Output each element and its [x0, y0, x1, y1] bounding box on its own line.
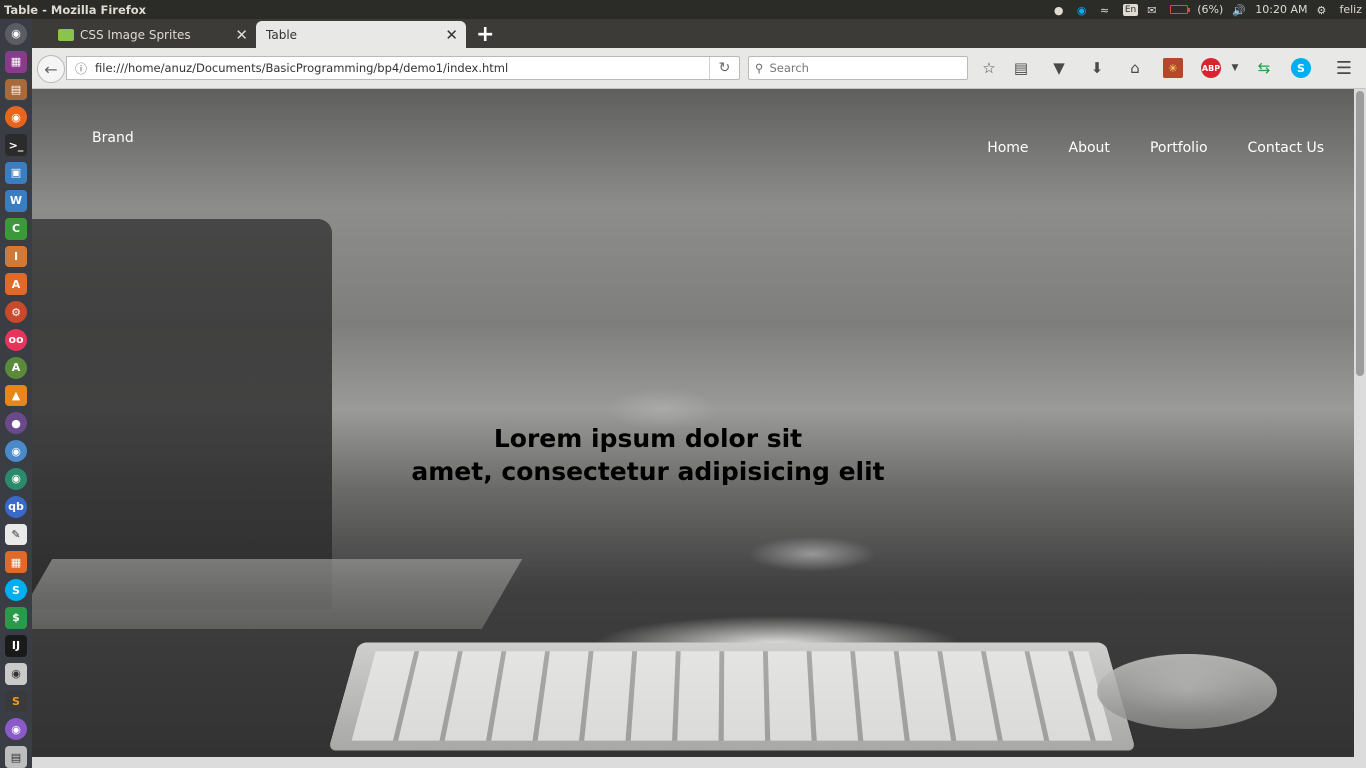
virtualbox-icon[interactable]: ▣: [5, 162, 27, 184]
reading-list-icon[interactable]: ▤: [1011, 58, 1031, 78]
tab-label: Table: [266, 27, 298, 42]
writer-icon[interactable]: W: [5, 189, 27, 212]
battery-percentage: (6%): [1197, 3, 1224, 16]
chromium-icon[interactable]: ◉: [5, 440, 27, 462]
money-icon[interactable]: $: [5, 607, 27, 629]
nav-about-link[interactable]: About: [1069, 140, 1110, 156]
workspace-switcher-icon[interactable]: ▦: [5, 50, 27, 73]
system-tray: ● ◉ ≈ En ✉ (6%) 🔊 10:20 AM ⚙ feliz: [1054, 0, 1362, 19]
storage-icon[interactable]: ▤: [5, 746, 27, 768]
tab-label: CSS Image Sprites: [80, 27, 191, 42]
download-icon[interactable]: ⬇: [1087, 58, 1107, 78]
tab-bar: CSS Image Sprites ✕ Table ✕ +: [32, 19, 1366, 48]
nav-portfolio-link[interactable]: Portfolio: [1150, 140, 1208, 156]
skype-tray-icon[interactable]: ◉: [1077, 4, 1091, 17]
color-picker-icon[interactable]: ◉: [5, 468, 27, 490]
hero-headline-line1: Lorem ipsum dolor sit: [493, 424, 803, 453]
window-title: Table - Mozilla Firefox: [4, 2, 147, 17]
page-viewport: Brand Home About Portfolio Contact Us Lo…: [32, 89, 1354, 757]
hamburger-menu-icon[interactable]: ☰: [1334, 58, 1354, 79]
wifi-icon[interactable]: ≈: [1100, 4, 1114, 17]
android-studio-icon[interactable]: A: [5, 356, 27, 379]
brand-link[interactable]: Brand: [92, 130, 134, 146]
reload-icon[interactable]: ↻: [709, 57, 739, 79]
sublime-icon[interactable]: S: [5, 690, 27, 713]
background-mouse: [1097, 654, 1277, 729]
intellij-icon[interactable]: IJ: [5, 634, 27, 657]
user-name[interactable]: feliz: [1339, 3, 1362, 16]
files-icon[interactable]: ▤: [5, 78, 27, 101]
close-tab-icon[interactable]: ✕: [235, 26, 248, 44]
firefox-icon[interactable]: ◉: [5, 106, 27, 129]
tab-table[interactable]: Table ✕: [256, 21, 466, 48]
navigation-toolbar: ← ⓘ file:///home/anuz/Documents/BasicPro…: [32, 48, 1366, 89]
qbittorrent-icon[interactable]: qb: [5, 495, 27, 518]
site-nav: Home About Portfolio Contact Us: [947, 140, 1324, 156]
background-keyboard: [328, 642, 1136, 751]
home-icon[interactable]: ⌂: [1125, 58, 1145, 78]
background-laptop-base: [32, 559, 523, 629]
keyboard-layout-indicator[interactable]: En: [1122, 3, 1139, 16]
skype-icon[interactable]: S: [5, 579, 27, 602]
site-info-icon[interactable]: ⓘ: [67, 60, 95, 77]
url-bar[interactable]: ⓘ file:///home/anuz/Documents/BasicProgr…: [66, 56, 740, 80]
dash-icon[interactable]: ◉: [5, 23, 27, 45]
screenshot-icon[interactable]: ◉: [5, 662, 27, 685]
unity-launcher: ◉ ▦ ▤ ◉ >_ ▣ W C I A ⚙ oo A ▲ ● ◉ ◉ qb ✎…: [0, 19, 32, 768]
close-tab-icon[interactable]: ✕: [445, 26, 458, 44]
new-tab-button[interactable]: +: [476, 22, 494, 47]
gear-icon[interactable]: ⚙: [1316, 4, 1330, 17]
clock[interactable]: 10:20 AM: [1255, 3, 1307, 16]
back-button[interactable]: ←: [37, 55, 65, 83]
search-icon: ⚲: [755, 61, 764, 75]
tab-css-image-sprites[interactable]: CSS Image Sprites ✕: [48, 21, 256, 48]
emblem-icon[interactable]: ◉: [5, 718, 27, 741]
hero-headline: Lorem ipsum dolor sit amet, consectetur …: [32, 422, 1264, 488]
search-input[interactable]: ⚲ Search: [748, 56, 968, 80]
skype-toolbar-icon[interactable]: S: [1291, 58, 1311, 78]
addon-icon[interactable]: ✳: [1163, 58, 1183, 78]
nav-contact-link[interactable]: Contact Us: [1248, 140, 1324, 156]
flickr-icon[interactable]: oo: [5, 328, 27, 351]
system-top-panel: Table - Mozilla Firefox ● ◉ ≈ En ✉ (6%) …: [0, 0, 1366, 19]
scrollbar-thumb[interactable]: [1356, 91, 1364, 376]
volume-icon[interactable]: 🔊: [1232, 4, 1246, 17]
scanner-icon[interactable]: ▦: [5, 551, 27, 574]
url-text[interactable]: file:///home/anuz/Documents/BasicProgram…: [95, 61, 709, 75]
settings-icon[interactable]: ⚙: [5, 301, 27, 323]
chevron-down-icon[interactable]: ▼: [1225, 58, 1245, 78]
pocket-icon[interactable]: ▼: [1049, 58, 1069, 78]
software-center-icon[interactable]: A: [5, 273, 27, 296]
vertical-scrollbar[interactable]: [1354, 89, 1366, 757]
dropbox-icon[interactable]: ●: [1054, 4, 1068, 17]
impress-icon[interactable]: I: [5, 245, 27, 268]
battery-icon[interactable]: [1170, 5, 1191, 14]
search-placeholder: Search: [769, 61, 809, 75]
horizontal-scrollbar[interactable]: [32, 757, 1366, 768]
terminal-icon[interactable]: >_: [5, 134, 27, 157]
text-editor-icon[interactable]: ✎: [5, 523, 27, 546]
bookmark-star-icon[interactable]: ☆: [979, 58, 999, 78]
adblock-plus-icon[interactable]: ABP: [1201, 58, 1221, 78]
sync-arrows-icon[interactable]: ⇆: [1254, 58, 1274, 78]
nav-home-link[interactable]: Home: [987, 140, 1028, 156]
vlc-icon[interactable]: ▲: [5, 384, 27, 407]
hero-headline-line2: amet, consectetur adipisicing elit: [411, 457, 885, 486]
tor-icon[interactable]: ●: [5, 412, 27, 435]
mail-icon[interactable]: ✉: [1147, 4, 1161, 17]
background-laptop: [32, 219, 332, 609]
calc-icon[interactable]: C: [5, 217, 27, 240]
favicon-icon: [58, 28, 74, 41]
